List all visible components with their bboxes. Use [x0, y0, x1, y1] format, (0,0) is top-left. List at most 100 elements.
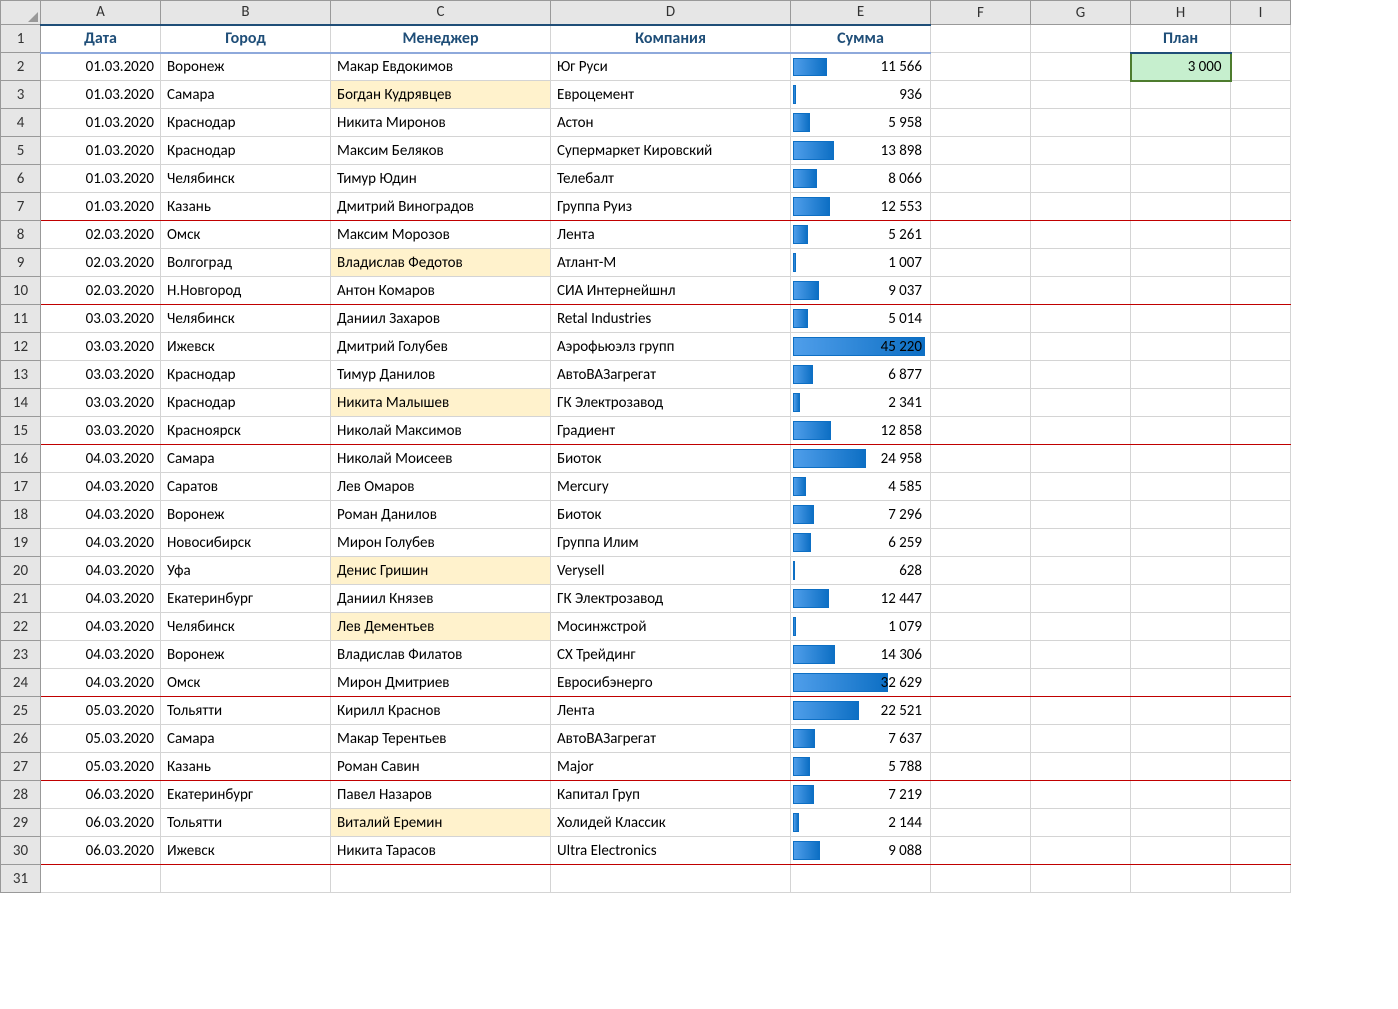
row-header-18[interactable]: 18 [1, 501, 41, 529]
cell-B30[interactable]: Ижевск [161, 837, 331, 865]
cell-D5[interactable]: Супермаркет Кировский [551, 137, 791, 165]
cell-C10[interactable]: Антон Комаров [331, 277, 551, 305]
cell-H17[interactable] [1131, 473, 1231, 501]
cell-B13[interactable]: Краснодар [161, 361, 331, 389]
cell-A4[interactable]: 01.03.2020 [41, 109, 161, 137]
cell-B19[interactable]: Новосибирск [161, 529, 331, 557]
cell-D20[interactable]: Verysell [551, 557, 791, 585]
cell-D4[interactable]: Астон [551, 109, 791, 137]
cell-A17[interactable]: 04.03.2020 [41, 473, 161, 501]
cell-F23[interactable] [931, 641, 1031, 669]
cell-B1[interactable]: Город [161, 25, 331, 53]
row-header-6[interactable]: 6 [1, 165, 41, 193]
cell-G22[interactable] [1031, 613, 1131, 641]
cell-F10[interactable] [931, 277, 1031, 305]
cell-I3[interactable] [1231, 81, 1291, 109]
cell-D15[interactable]: Градиент [551, 417, 791, 445]
row-header-28[interactable]: 28 [1, 781, 41, 809]
cell-C20[interactable]: Денис Гришин [331, 557, 551, 585]
row-header-25[interactable]: 25 [1, 697, 41, 725]
cell-B8[interactable]: Омск [161, 221, 331, 249]
cell-I6[interactable] [1231, 165, 1291, 193]
cell-G14[interactable] [1031, 389, 1131, 417]
cell-A16[interactable]: 04.03.2020 [41, 445, 161, 473]
cell-I24[interactable] [1231, 669, 1291, 697]
cell-B27[interactable]: Казань [161, 753, 331, 781]
cell-G30[interactable] [1031, 837, 1131, 865]
cell-H9[interactable] [1131, 249, 1231, 277]
cell-B26[interactable]: Самара [161, 725, 331, 753]
cell-E11[interactable]: 5 014 [791, 305, 931, 333]
cell-C27[interactable]: Роман Савин [331, 753, 551, 781]
cell-G25[interactable] [1031, 697, 1131, 725]
cell-H23[interactable] [1131, 641, 1231, 669]
cell-E4[interactable]: 5 958 [791, 109, 931, 137]
cell-I9[interactable] [1231, 249, 1291, 277]
cell-I28[interactable] [1231, 781, 1291, 809]
cell-B23[interactable]: Воронеж [161, 641, 331, 669]
cell-I17[interactable] [1231, 473, 1291, 501]
row-header-1[interactable]: 1 [1, 25, 41, 53]
cell-F28[interactable] [931, 781, 1031, 809]
cell-H16[interactable] [1131, 445, 1231, 473]
cell-C19[interactable]: Мирон Голубев [331, 529, 551, 557]
cell-C5[interactable]: Максим Беляков [331, 137, 551, 165]
cell-G11[interactable] [1031, 305, 1131, 333]
cell-I10[interactable] [1231, 277, 1291, 305]
cell-A22[interactable]: 04.03.2020 [41, 613, 161, 641]
cell-F27[interactable] [931, 753, 1031, 781]
cell-C17[interactable]: Лев Омаров [331, 473, 551, 501]
cell-F21[interactable] [931, 585, 1031, 613]
cell-A23[interactable]: 04.03.2020 [41, 641, 161, 669]
cell-H4[interactable] [1131, 109, 1231, 137]
row-header-11[interactable]: 11 [1, 305, 41, 333]
cell-H22[interactable] [1131, 613, 1231, 641]
cell-H28[interactable] [1131, 781, 1231, 809]
cell-E21[interactable]: 12 447 [791, 585, 931, 613]
cell-C21[interactable]: Даниил Князев [331, 585, 551, 613]
cell-F30[interactable] [931, 837, 1031, 865]
cell-I11[interactable] [1231, 305, 1291, 333]
cell-C6[interactable]: Тимур Юдин [331, 165, 551, 193]
cell-G28[interactable] [1031, 781, 1131, 809]
cell-B12[interactable]: Ижевск [161, 333, 331, 361]
cell-C26[interactable]: Макар Терентьев [331, 725, 551, 753]
cell-C2[interactable]: Макар Евдокимов [331, 53, 551, 81]
cell-E26[interactable]: 7 637 [791, 725, 931, 753]
cell-I16[interactable] [1231, 445, 1291, 473]
cell-C29[interactable]: Виталий Еремин [331, 809, 551, 837]
cell-I21[interactable] [1231, 585, 1291, 613]
cell-B31[interactable] [161, 865, 331, 893]
cell-E10[interactable]: 9 037 [791, 277, 931, 305]
cell-E23[interactable]: 14 306 [791, 641, 931, 669]
cell-A20[interactable]: 04.03.2020 [41, 557, 161, 585]
cell-D24[interactable]: Евросибэнерго [551, 669, 791, 697]
cell-H14[interactable] [1131, 389, 1231, 417]
cell-G5[interactable] [1031, 137, 1131, 165]
cell-G12[interactable] [1031, 333, 1131, 361]
cell-F15[interactable] [931, 417, 1031, 445]
cell-G17[interactable] [1031, 473, 1131, 501]
cell-F5[interactable] [931, 137, 1031, 165]
cell-D16[interactable]: Биоток [551, 445, 791, 473]
cell-E6[interactable]: 8 066 [791, 165, 931, 193]
cell-A15[interactable]: 03.03.2020 [41, 417, 161, 445]
cell-B28[interactable]: Екатеринбург [161, 781, 331, 809]
cell-C12[interactable]: Дмитрий Голубев [331, 333, 551, 361]
col-header-E[interactable]: E [791, 1, 931, 25]
row-header-29[interactable]: 29 [1, 809, 41, 837]
cell-C22[interactable]: Лев Дементьев [331, 613, 551, 641]
cell-F6[interactable] [931, 165, 1031, 193]
cell-G15[interactable] [1031, 417, 1131, 445]
cell-F4[interactable] [931, 109, 1031, 137]
cell-F24[interactable] [931, 669, 1031, 697]
row-header-31[interactable]: 31 [1, 865, 41, 893]
cell-H6[interactable] [1131, 165, 1231, 193]
cell-D6[interactable]: Телебалт [551, 165, 791, 193]
cell-D2[interactable]: Юг Руси [551, 53, 791, 81]
cell-F16[interactable] [931, 445, 1031, 473]
cell-C18[interactable]: Роман Данилов [331, 501, 551, 529]
cell-I31[interactable] [1231, 865, 1291, 893]
cell-G23[interactable] [1031, 641, 1131, 669]
cell-A11[interactable]: 03.03.2020 [41, 305, 161, 333]
